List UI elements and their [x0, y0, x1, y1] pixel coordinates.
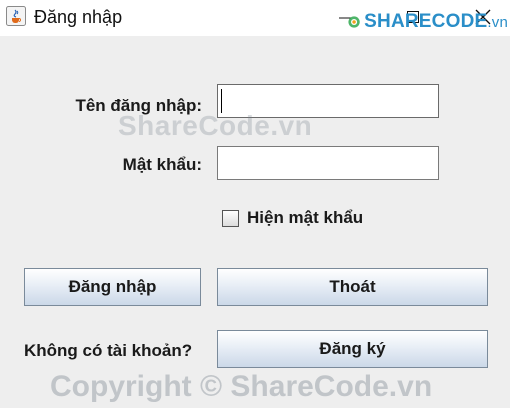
sharecode-logo-icon — [348, 16, 360, 28]
logo-text: SHARECODE.vn — [364, 11, 508, 32]
password-field[interactable] — [217, 146, 439, 180]
watermark-center: ShareCode.vn — [118, 110, 313, 141]
window-title: Đăng nhập — [34, 7, 123, 27]
show-password-checkbox[interactable] — [222, 209, 239, 227]
java-cup-icon — [6, 6, 26, 26]
register-button[interactable]: Đăng ký — [217, 330, 488, 368]
show-password-row[interactable]: Hiện mật khẩu — [222, 208, 363, 228]
no-account-label: Không có tài khoản? — [24, 341, 193, 360]
exit-button[interactable]: Thoát — [217, 268, 488, 306]
watermark-copyright: Copyright © ShareCode.vn — [50, 370, 433, 403]
password-label: Mật khẩu: — [122, 155, 202, 174]
login-button[interactable]: Đăng nhập — [24, 268, 201, 306]
sharecode-logo: SHARECODE.vn — [348, 2, 508, 42]
show-password-label: Hiện mật khẩu — [247, 208, 364, 227]
